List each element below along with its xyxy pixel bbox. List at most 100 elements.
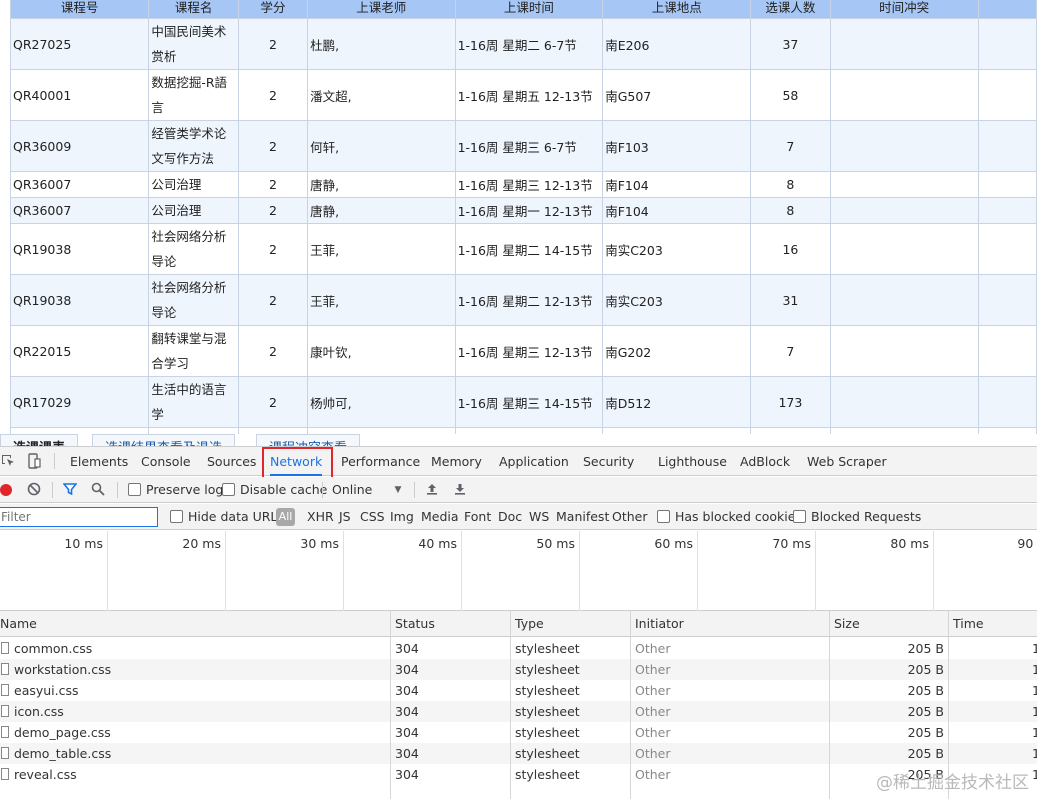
device-toolbar-icon[interactable] [26,453,42,469]
filter-img[interactable]: Img [390,504,414,530]
network-request-row[interactable]: common.css 304 stylesheet Other 205 B 1 [0,638,1037,659]
col-header-size[interactable]: Size [830,611,860,637]
tab-lighthouse[interactable]: Lighthouse [658,447,727,476]
record-icon[interactable] [0,484,12,496]
col-header-teacher[interactable]: 上课老师 [307,0,456,19]
hide-data-urls-checkbox[interactable] [170,510,183,523]
export-har-icon[interactable] [452,482,468,498]
tab-application[interactable]: Application [499,447,569,476]
col-header-count[interactable]: 选课人数 [750,0,831,19]
course-place-cell: 南实C203 [602,223,752,275]
table-row[interactable]: QR40001 数据挖掘-R語言 2 潘文超, 1-16周 星期五 12-13节 南G50… [9,69,1037,121]
filter-css[interactable]: CSS [360,504,385,530]
course-time-cell: 1-16周 星期三 14-15节 [454,376,604,428]
table-row[interactable]: QR27025 中国民间美术赏析 2 杜鹏, 1-16周 星期二 6-7节 南E206 37 [9,18,1037,70]
course-teacher-cell: 潘文超, [307,69,456,121]
tab-security[interactable]: Security [583,447,634,476]
course-credit-cell: 2 [237,69,309,121]
table-row[interactable]: QR17029 生活中的语言学 2 杨帅可, 1-16周 星期三 14-15节 南D512… [9,376,1037,428]
course-credit-cell: 2 [237,120,309,172]
throttling-select[interactable]: Online [332,477,372,503]
filter-media[interactable]: Media [421,504,459,530]
course-count-cell: 37 [750,18,831,70]
filter-doc[interactable]: Doc [498,504,522,530]
col-header-place[interactable]: 上课地点 [602,0,752,19]
filter-ws[interactable]: WS [529,504,549,530]
filter-icon[interactable] [62,482,78,498]
table-row[interactable]: QR36007 公司治理 2 唐静, 1-16周 星期一 12-13节 南F104 8 [9,197,1037,224]
table-row[interactable]: QR36009 经管类学术论文写作方法 2 何轩, 1-16周 星期三 6-7节 南F10… [9,120,1037,172]
course-credit-cell: 2 [237,274,309,326]
filter-js[interactable]: JS [339,504,351,530]
has-blocked-cookies-checkbox[interactable] [657,510,670,523]
course-name-cell: 公司治理 [148,197,239,224]
request-initiator: Other [635,746,671,761]
tab-network[interactable]: Network [270,447,323,476]
request-status: 304 [395,746,419,761]
tab-adblock[interactable]: AdBlock [740,447,790,476]
filter-all-button[interactable]: All [276,508,295,526]
column-divider[interactable] [630,611,631,799]
import-har-icon[interactable] [424,482,440,498]
request-status: 304 [395,641,419,656]
request-time: 1 [1032,767,1037,782]
filter-other[interactable]: Other [612,504,648,530]
filter-manifest[interactable]: Manifest [556,504,609,530]
course-extra-cell [977,376,1037,428]
network-toolbar: Preserve log Disable cache Online ▼ [0,477,1037,503]
toolbar-separator [117,482,118,498]
col-header-initiator[interactable]: Initiator [631,611,684,637]
course-extra-cell [977,171,1037,198]
clear-icon[interactable] [26,482,42,498]
file-icon [1,684,9,696]
table-row[interactable]: QR36007 公司治理 2 唐静, 1-16周 星期三 12-13节 南F104 8 [9,171,1037,198]
col-header-type[interactable]: Type [511,611,544,637]
filter-xhr[interactable]: XHR [307,504,334,530]
tab-memory[interactable]: Memory [431,447,482,476]
preserve-log-checkbox[interactable] [128,483,141,496]
col-header-conflict[interactable]: 时间冲突 [829,0,979,19]
col-header-code[interactable]: 课程号 [9,0,150,19]
filter-font[interactable]: Font [464,504,491,530]
col-header-time[interactable]: 上课时间 [454,0,604,19]
table-row[interactable]: QR19038 社会网络分析导论 2 王菲, 1-16周 星期二 12-13节 南实C20… [9,274,1037,326]
network-request-row[interactable]: demo_page.css 304 stylesheet Other 205 B 1 [0,722,1037,743]
course-name-cell: 生活中的语言学 [148,376,239,428]
network-request-row[interactable]: workstation.css 304 stylesheet Other 205 B 1 [0,659,1037,680]
network-overview-timeline[interactable]: 10 ms 20 ms 30 ms 40 ms 50 ms 60 ms 70 m… [0,531,1037,611]
disable-cache-checkbox[interactable] [222,483,235,496]
col-header-status[interactable]: Status [391,611,435,637]
tab-web-scraper[interactable]: Web Scraper [807,447,887,476]
course-conflict-cell [829,18,979,70]
filter-input[interactable] [0,507,158,527]
toolbar-separator [414,482,415,498]
network-request-row[interactable]: easyui.css 304 stylesheet Other 205 B 1 [0,680,1037,701]
tab-console[interactable]: Console [141,447,191,476]
col-header-name[interactable]: Name [0,611,37,637]
course-conflict-cell [829,223,979,275]
course-time-cell: 1-16周 星期二 6-7节 [454,18,604,70]
course-code-cell: QR36007 [9,197,150,224]
col-header-name[interactable]: 课程名 [148,0,239,19]
inspect-element-icon[interactable] [0,453,16,469]
col-header-credit[interactable]: 学分 [237,0,309,19]
network-request-row[interactable]: demo_table.css 304 stylesheet Other 205 B 1 [0,743,1037,764]
tab-performance[interactable]: Performance [341,447,420,476]
request-initiator: Other [635,662,671,677]
column-divider[interactable] [390,611,391,799]
search-icon[interactable] [90,482,106,498]
column-divider[interactable] [510,611,511,799]
has-blocked-cookies-label: Has blocked cookies [675,509,802,524]
course-time-cell: 1-16周 星期三 12-13节 [454,171,604,198]
tab-elements[interactable]: Elements [70,447,128,476]
course-extra-cell [977,18,1037,70]
network-request-row[interactable]: icon.css 304 stylesheet Other 205 B 1 [0,701,1037,722]
chevron-down-icon[interactable]: ▼ [390,482,406,498]
blocked-requests-checkbox[interactable] [793,510,806,523]
col-header-time[interactable]: Time [949,611,984,637]
table-row[interactable]: QR22015 翻转课堂与混合学习 2 康叶钦, 1-16周 星期三 12-13节 南G2… [9,325,1037,377]
column-divider[interactable] [829,611,830,799]
request-size: 205 B [907,641,944,656]
tab-sources[interactable]: Sources [207,447,256,476]
table-row[interactable]: QR19038 社会网络分析导论 2 王菲, 1-16周 星期二 14-15节 南实C20… [9,223,1037,275]
